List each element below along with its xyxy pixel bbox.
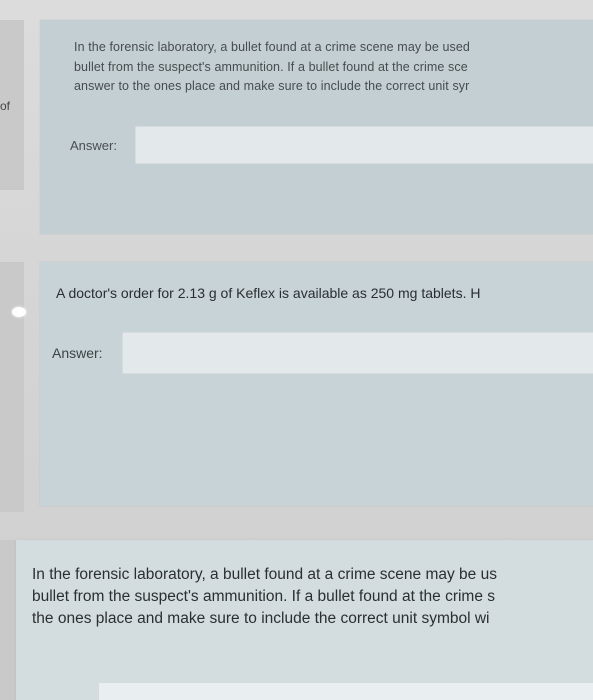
question-text-line: answer to the ones place and make sure t… xyxy=(74,79,470,93)
quiz-page: of In the forensic laboratory, a bullet … xyxy=(0,0,593,700)
answer-label: Answer: xyxy=(70,138,117,153)
answer-input[interactable] xyxy=(135,126,593,164)
left-panel-text-fragment: of xyxy=(0,99,10,113)
question-text-line: bullet from the suspect's ammunition. If… xyxy=(74,59,468,74)
question-text: A doctor's order for 2.13 g of Keflex is… xyxy=(56,284,480,304)
answer-input[interactable] xyxy=(122,332,593,374)
answer-label: Answer: xyxy=(52,345,103,361)
question-text-line: In the forensic laboratory, a bullet fou… xyxy=(74,40,470,54)
question-card-3: In the forensic laboratory, a bullet fou… xyxy=(16,540,593,700)
left-nav-strip xyxy=(0,262,24,512)
question-card-2: A doctor's order for 2.13 g of Keflex is… xyxy=(40,262,593,506)
question-text-line: the ones place and make sure to include … xyxy=(32,610,490,627)
question-text-line: A doctor's order for 2.13 g of Keflex is… xyxy=(56,285,481,301)
current-question-indicator-icon[interactable] xyxy=(12,307,26,317)
answer-input[interactable] xyxy=(98,682,593,700)
question-text: In the forensic laboratory, a bullet fou… xyxy=(32,564,497,630)
question-text: In the forensic laboratory, a bullet fou… xyxy=(74,38,470,97)
question-text-line: In the forensic laboratory, a bullet fou… xyxy=(32,566,497,583)
question-text-line: bullet from the suspect's ammunition. If… xyxy=(32,588,496,605)
question-card-1: In the forensic laboratory, a bullet fou… xyxy=(40,20,593,234)
